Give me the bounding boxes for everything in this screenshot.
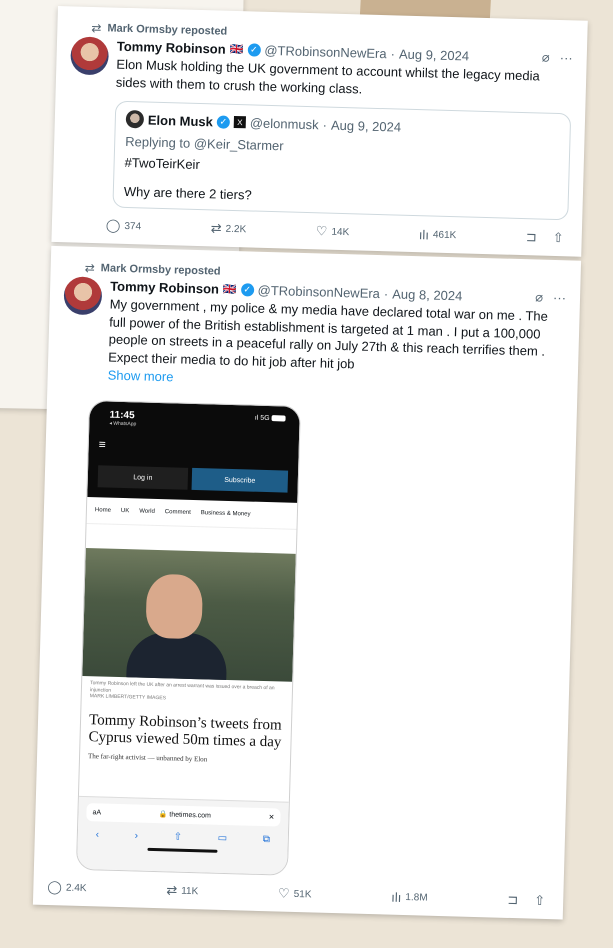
url-bar: aA 🔒 thetimes.com ✕ [86, 803, 281, 827]
avatar[interactable] [70, 36, 110, 76]
like-count: 51K [293, 888, 312, 901]
x-affiliate-icon: X [233, 116, 247, 129]
tweet-card-1[interactable]: ⇄ Mark Ormsby reposted Tommy Robinson 🇬🇧… [51, 6, 588, 257]
author-name[interactable]: Tommy Robinson [117, 38, 226, 56]
heart-icon: ♡ [315, 223, 328, 239]
views-icon: ılı [418, 226, 430, 243]
attached-screenshot[interactable]: 11:45 ◂ WhatsApp ıl 5G ≡ Log in Subscrib… [75, 400, 301, 877]
verified-badge-icon: ✓ [240, 282, 254, 297]
close-icon: ✕ [268, 814, 275, 822]
url-text: 🔒 thetimes.com [158, 811, 212, 820]
article-headline: Tommy Robinson’s tweets from Cyprus view… [88, 711, 282, 751]
reply-count: 374 [124, 220, 142, 232]
quote-date: Aug 9, 2024 [330, 117, 402, 135]
views-button[interactable]: ılı 1.8M [391, 889, 428, 905]
repost-icon: ⇄ [91, 20, 102, 36]
share-icon[interactable]: ⇧ [534, 893, 545, 909]
views-icon: ılı [391, 889, 402, 905]
dot-separator: · [390, 45, 396, 61]
tweet-actions: ◯ 2.4K ⇄ 11K ♡ 51K ılı 1.8M ⊐ ⇧ [47, 879, 549, 909]
subscribe-button: Subscribe [191, 468, 289, 493]
nav-item: Comment [164, 509, 191, 517]
tweet-date[interactable]: Aug 9, 2024 [399, 46, 470, 63]
back-icon: ‹ [95, 829, 100, 841]
verified-badge-icon: ✓ [247, 42, 261, 57]
nav-item: Business & Money [200, 510, 251, 518]
nav-item: World [139, 508, 155, 516]
phone-back-app: ◂ WhatsApp [109, 420, 137, 428]
reply-button[interactable]: ◯ 2.4K [47, 879, 87, 896]
like-button[interactable]: ♡ 14K [316, 223, 350, 240]
quote-body: Why are there 2 tiers? [123, 184, 252, 203]
forward-icon: › [134, 830, 139, 842]
avatar[interactable] [63, 276, 103, 316]
home-indicator [147, 848, 218, 854]
view-count: 1.8M [405, 891, 428, 904]
nav-item: UK [120, 508, 130, 515]
heart-icon: ♡ [277, 885, 290, 902]
tabs-icon: ⧉ [262, 834, 271, 846]
reply-count: 2.4K [65, 882, 87, 894]
reply-button[interactable]: ◯ 374 [106, 218, 142, 235]
repost-count: 2.2K [225, 223, 247, 235]
dot-separator: · [322, 117, 328, 133]
quote-author-name: Elon Musk [147, 112, 214, 129]
bookmarks-icon: ▭ [217, 833, 228, 845]
tweet-actions: ◯ 374 ⇄ 2.2K ♡ 14K ılı 461K ⊐ ⇧ [66, 216, 568, 246]
phone-time: 11:45 [109, 409, 135, 422]
phone-header: 11:45 ◂ WhatsApp ıl 5G ≡ Log in Subscrib… [87, 401, 300, 504]
repost-count: 11K [181, 885, 199, 898]
dot-separator: · [383, 285, 389, 301]
repost-icon: ⇄ [210, 220, 222, 236]
battery-icon [271, 415, 286, 422]
repost-button[interactable]: ⇄ 2.2K [211, 220, 247, 237]
reply-icon: ◯ [105, 217, 121, 233]
tweet-text: My government , my police & my media hav… [108, 296, 549, 372]
author-name[interactable]: Tommy Robinson [110, 278, 219, 296]
browser-tools: ‹ › ⇧ ▭ ⧉ [78, 829, 288, 846]
view-count: 461K [432, 229, 457, 241]
reposted-by: Mark Ormsby reposted [107, 22, 228, 38]
like-button[interactable]: ♡ 51K [278, 886, 312, 903]
verified-badge-icon: ✓ [216, 115, 231, 129]
bookmark-icon[interactable]: ⊐ [526, 229, 537, 245]
bookmark-icon[interactable]: ⊐ [507, 892, 518, 908]
uk-flag-icon: 🇬🇧 [229, 43, 244, 56]
hamburger-menu-icon: ≡ [98, 437, 106, 452]
grok-icon[interactable]: ⌀ [535, 290, 543, 306]
author-handle[interactable]: @TRobinsonNewEra [257, 282, 380, 300]
tweet-card-2[interactable]: ⇄ Mark Ormsby reposted Tommy Robinson 🇬🇧… [32, 246, 582, 920]
login-button: Log in [97, 465, 189, 491]
quoted-tweet[interactable]: Elon Musk ✓ X @elonmusk · Aug 9, 2024 Re… [112, 100, 572, 221]
browser-toolbar: aA 🔒 thetimes.com ✕ ‹ › ⇧ ▭ ⧉ [76, 796, 289, 876]
tweet-stack: ⇄ Mark Ormsby reposted Tommy Robinson 🇬🇧… [32, 6, 588, 924]
caption-text: Tommy Robinson left the UK after an arre… [89, 680, 275, 694]
photo-figure-face [145, 573, 204, 640]
reply-icon: ◯ [47, 879, 63, 895]
more-options-icon[interactable]: ··· [553, 290, 566, 306]
phone-status: ıl 5G [255, 415, 286, 423]
reposted-by: Mark Ormsby reposted [100, 262, 221, 278]
repost-icon: ⇄ [166, 882, 178, 898]
nav-item: Home [94, 507, 112, 514]
repost-icon: ⇄ [84, 260, 95, 276]
like-count: 14K [331, 226, 350, 238]
author-handle[interactable]: @TRobinsonNewEra [264, 42, 387, 60]
tweet-date[interactable]: Aug 8, 2024 [392, 286, 463, 303]
article-photo [82, 548, 296, 683]
uk-flag-icon: 🇬🇧 [222, 283, 237, 296]
signal-icon: ıl 5G [254, 414, 270, 423]
grok-icon[interactable]: ⌀ [542, 50, 550, 66]
more-options-icon[interactable]: ··· [560, 50, 573, 66]
views-button[interactable]: ılı 461K [419, 227, 457, 243]
share-icon: ⇧ [173, 831, 183, 844]
photo-figure-body [126, 631, 228, 681]
repost-button[interactable]: ⇄ 11K [166, 883, 198, 900]
share-icon[interactable]: ⇧ [553, 230, 564, 246]
quote-author-handle: @elonmusk [249, 114, 319, 132]
text-size-icon: aA [92, 809, 102, 817]
quote-avatar [125, 110, 145, 129]
